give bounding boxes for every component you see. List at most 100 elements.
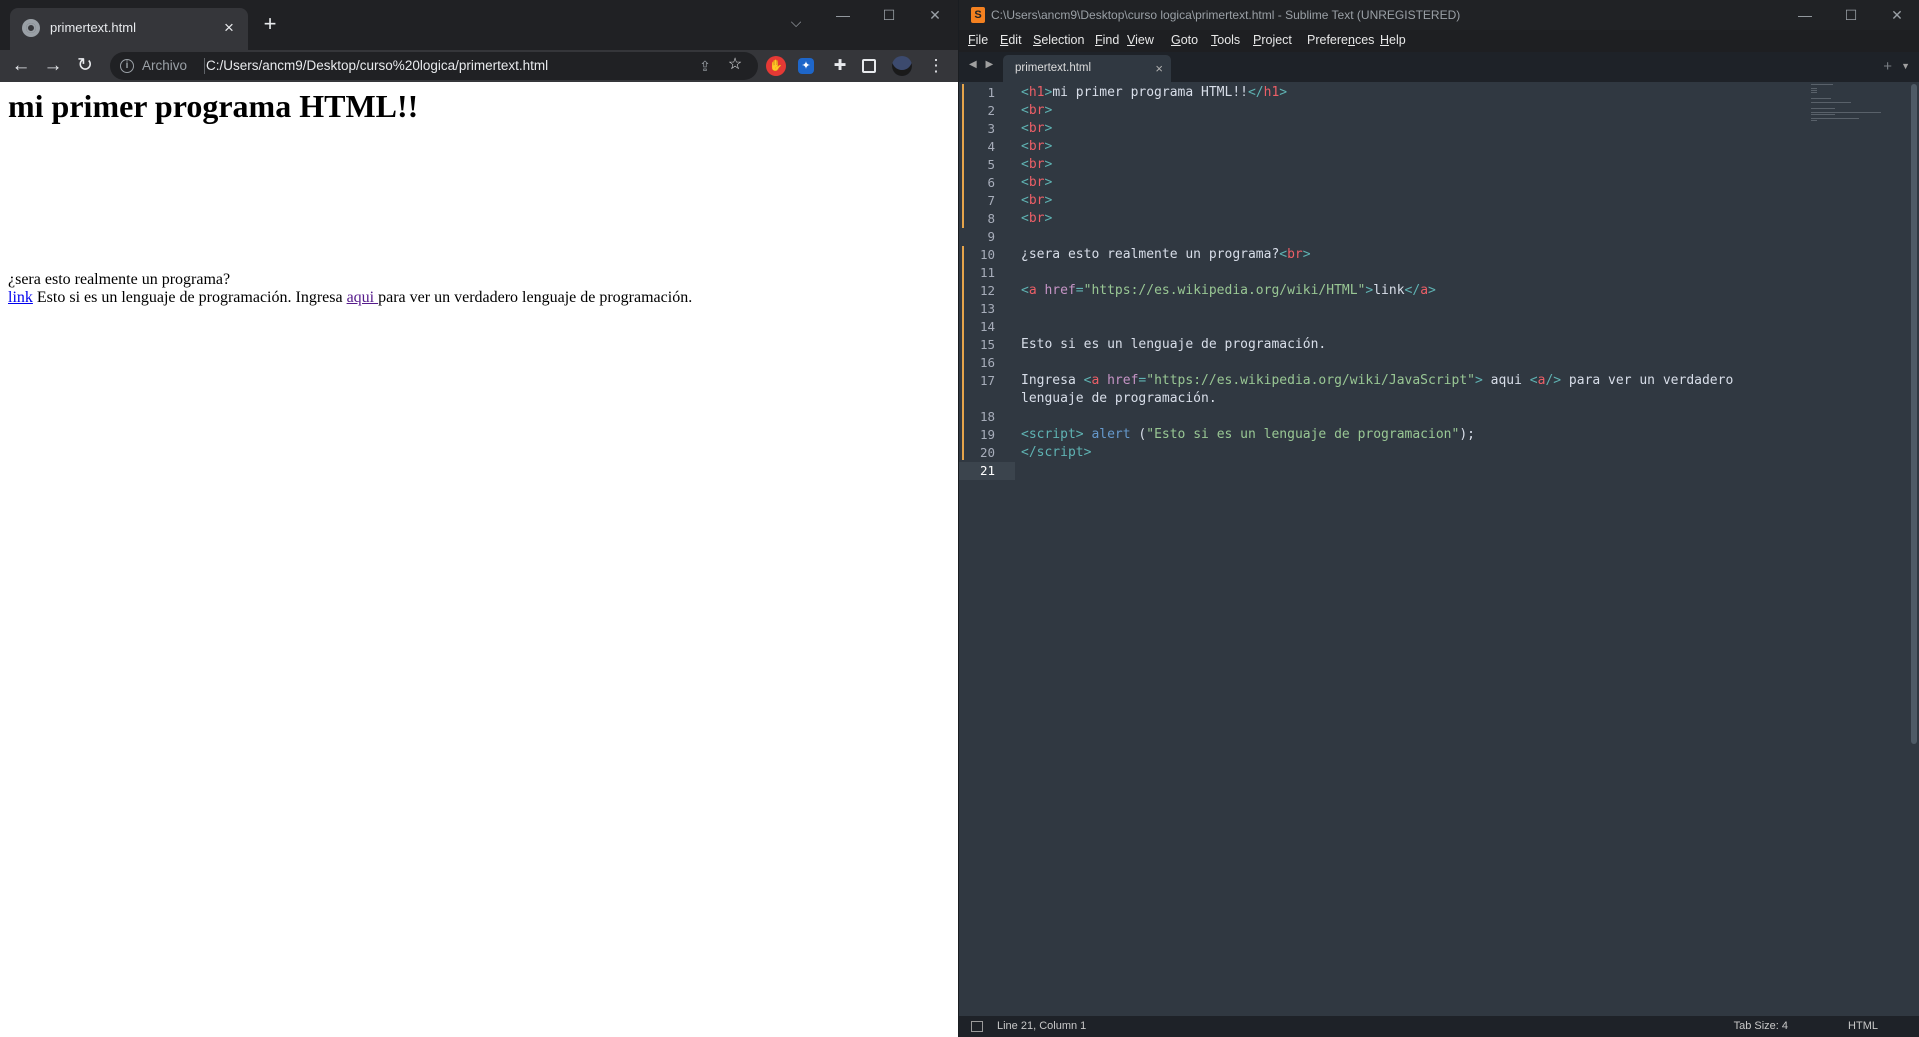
line-number: 9 bbox=[987, 229, 995, 244]
side-panel-icon[interactable] bbox=[862, 59, 876, 73]
title-bar: S C:\Users\ancm9\Desktop\curso logica\pr… bbox=[959, 0, 1919, 30]
tab-nav-arrows-icon[interactable]: ◀ ▶ bbox=[969, 59, 996, 70]
code-line: ¿sera esto realmente un programa?<br> bbox=[1021, 247, 1311, 262]
editor-tab[interactable]: primertext.html × bbox=[1003, 55, 1171, 82]
profile-avatar[interactable] bbox=[892, 56, 912, 76]
new-tab-button[interactable]: + bbox=[258, 13, 282, 37]
address-bar[interactable]: i Archivo C:/Users/ancm9/Desktop/curso%2… bbox=[110, 52, 758, 80]
tab-search-button[interactable]: ⌵ bbox=[784, 10, 808, 34]
menu-find[interactable]: Find bbox=[1095, 33, 1119, 47]
new-file-plus-icon[interactable]: + bbox=[1883, 58, 1892, 75]
maximize-button[interactable]: ☐ bbox=[866, 0, 912, 30]
code-line: Ingresa <a href="https://es.wikipedia.or… bbox=[1021, 373, 1734, 388]
menu-tools[interactable]: Tools bbox=[1211, 33, 1240, 47]
menu-project[interactable]: Project bbox=[1253, 33, 1292, 47]
chrome-window: primertext.html × + ⌵ — ☐ ✕ ← → ↻ i Arch… bbox=[0, 0, 958, 1037]
sublime-window: S C:\Users\ancm9\Desktop\curso logica\pr… bbox=[958, 0, 1919, 1037]
line-number: 2 bbox=[987, 103, 995, 118]
paragraph-text-a: Esto si es un lenguaje de programación. … bbox=[32, 289, 347, 306]
line-number: 15 bbox=[979, 337, 995, 352]
line-number: 17 bbox=[979, 373, 995, 388]
browser-toolbar: ← → ↻ i Archivo C:/Users/ancm9/Desktop/c… bbox=[0, 50, 958, 82]
divider bbox=[204, 58, 205, 74]
vertical-scrollbar[interactable] bbox=[1911, 84, 1917, 744]
chrome-menu-icon[interactable]: ⋮ bbox=[926, 56, 946, 76]
tab-close-button[interactable]: × bbox=[218, 17, 240, 39]
menu-help[interactable]: Help bbox=[1380, 33, 1406, 47]
adblock-extension-icon[interactable]: ✋ bbox=[766, 56, 786, 76]
url-text[interactable]: C:/Users/ancm9/Desktop/curso%20logica/pr… bbox=[206, 58, 548, 73]
extension-icon[interactable]: ✦ bbox=[798, 58, 814, 74]
code-line: <script> alert ("Esto si es un lenguaje … bbox=[1021, 427, 1475, 442]
web-page: mi primer programa HTML!! ¿sera esto rea… bbox=[0, 82, 958, 1037]
browser-tab[interactable]: primertext.html × bbox=[10, 8, 248, 50]
modified-lines-marker bbox=[962, 84, 964, 228]
menu-preferences[interactable]: Preferences bbox=[1307, 33, 1374, 47]
maximize-button[interactable]: ☐ bbox=[1828, 0, 1874, 30]
line-number-gutter: 1 2 3 4 5 6 7 8 9 10 11 12 13 14 15 16 17 18 19 20 21 bbox=[959, 82, 1015, 1016]
code-line: <br> bbox=[1021, 211, 1053, 226]
code-line: <br> bbox=[1021, 157, 1053, 172]
link-html[interactable]: link bbox=[8, 289, 33, 306]
line-number: 1 bbox=[987, 85, 995, 100]
close-window-button[interactable]: ✕ bbox=[912, 0, 958, 30]
paragraph-text-b: para ver un verdadero lenguaje de progra… bbox=[378, 289, 693, 306]
line-number: 12 bbox=[979, 283, 995, 298]
line-number: 10 bbox=[979, 247, 995, 262]
globe-icon bbox=[22, 19, 40, 37]
menu-view[interactable]: View bbox=[1127, 33, 1154, 47]
menu-file[interactable]: File bbox=[968, 33, 988, 47]
line-number: 6 bbox=[987, 175, 995, 190]
bookmark-star-icon[interactable]: ☆ bbox=[726, 56, 744, 74]
menu-goto[interactable]: Goto bbox=[1171, 33, 1198, 47]
panel-toggle-icon[interactable] bbox=[971, 1021, 983, 1032]
editor-tab-bar: ◀ ▶ primertext.html × + ▼ bbox=[959, 52, 1919, 82]
code-line: </script> bbox=[1021, 445, 1092, 460]
back-button[interactable]: ← bbox=[9, 54, 33, 78]
line-number: 18 bbox=[979, 409, 995, 424]
minimap[interactable] bbox=[1811, 84, 1891, 124]
line-number: 19 bbox=[979, 427, 995, 442]
share-icon[interactable]: ⇪ bbox=[696, 57, 714, 75]
sublime-logo-icon: S bbox=[971, 7, 985, 23]
code-line: <a href="https://es.wikipedia.org/wiki/H… bbox=[1021, 283, 1436, 298]
code-editor[interactable]: 1 2 3 4 5 6 7 8 9 10 11 12 13 14 15 16 17 18 19 20 21 <h1>mi… bbox=[959, 82, 1919, 1016]
code-line: <br> bbox=[1021, 103, 1053, 118]
line-number: 8 bbox=[987, 211, 995, 226]
cursor-position: Line 21, Column 1 bbox=[997, 1020, 1087, 1032]
tab-strip: primertext.html × + ⌵ — ☐ ✕ bbox=[0, 0, 958, 50]
close-window-button[interactable]: ✕ bbox=[1874, 0, 1919, 30]
minimize-button[interactable]: — bbox=[820, 0, 866, 30]
code-line: Esto si es un lenguaje de programación. bbox=[1021, 337, 1327, 352]
paragraph: link Esto si es un lenguaje de programac… bbox=[8, 289, 692, 307]
window-title: C:\Users\ancm9\Desktop\curso logica\prim… bbox=[991, 8, 1461, 22]
code-line: <br> bbox=[1021, 139, 1053, 154]
line-number: 11 bbox=[979, 265, 995, 280]
tab-size-selector[interactable]: Tab Size: 4 bbox=[1734, 1020, 1788, 1032]
code-line: <br> bbox=[1021, 193, 1053, 208]
forward-button[interactable]: → bbox=[41, 54, 65, 78]
puzzle-extensions-icon[interactable]: ✚ bbox=[830, 56, 850, 76]
syntax-selector[interactable]: HTML bbox=[1848, 1020, 1878, 1032]
reload-button[interactable]: ↻ bbox=[73, 54, 97, 78]
line-number: 14 bbox=[979, 319, 995, 334]
code-line: <br> bbox=[1021, 121, 1053, 136]
line-number: 3 bbox=[987, 121, 995, 136]
link-aqui[interactable]: aqui bbox=[347, 289, 379, 306]
line-number: 4 bbox=[987, 139, 995, 154]
code-line-wrap: lenguaje de programación. bbox=[1021, 391, 1217, 406]
file-chip[interactable]: Archivo bbox=[142, 58, 187, 73]
menu-bar: File Edit Selection Find View Goto Tools… bbox=[959, 30, 1919, 52]
line-number: 16 bbox=[979, 355, 995, 370]
line-number: 5 bbox=[987, 157, 995, 172]
line-number: 20 bbox=[979, 445, 995, 460]
editor-tab-close-button[interactable]: × bbox=[1155, 61, 1163, 76]
info-icon[interactable]: i bbox=[120, 59, 134, 73]
minimize-button[interactable]: — bbox=[1782, 0, 1828, 30]
tab-menu-chevron-icon[interactable]: ▼ bbox=[1901, 61, 1910, 71]
question-text: ¿sera esto realmente un programa? bbox=[8, 271, 231, 288]
editor-tab-label: primertext.html bbox=[1015, 62, 1092, 74]
menu-selection[interactable]: Selection bbox=[1033, 33, 1084, 47]
menu-edit[interactable]: Edit bbox=[1000, 33, 1022, 47]
code-line: <br> bbox=[1021, 175, 1053, 190]
